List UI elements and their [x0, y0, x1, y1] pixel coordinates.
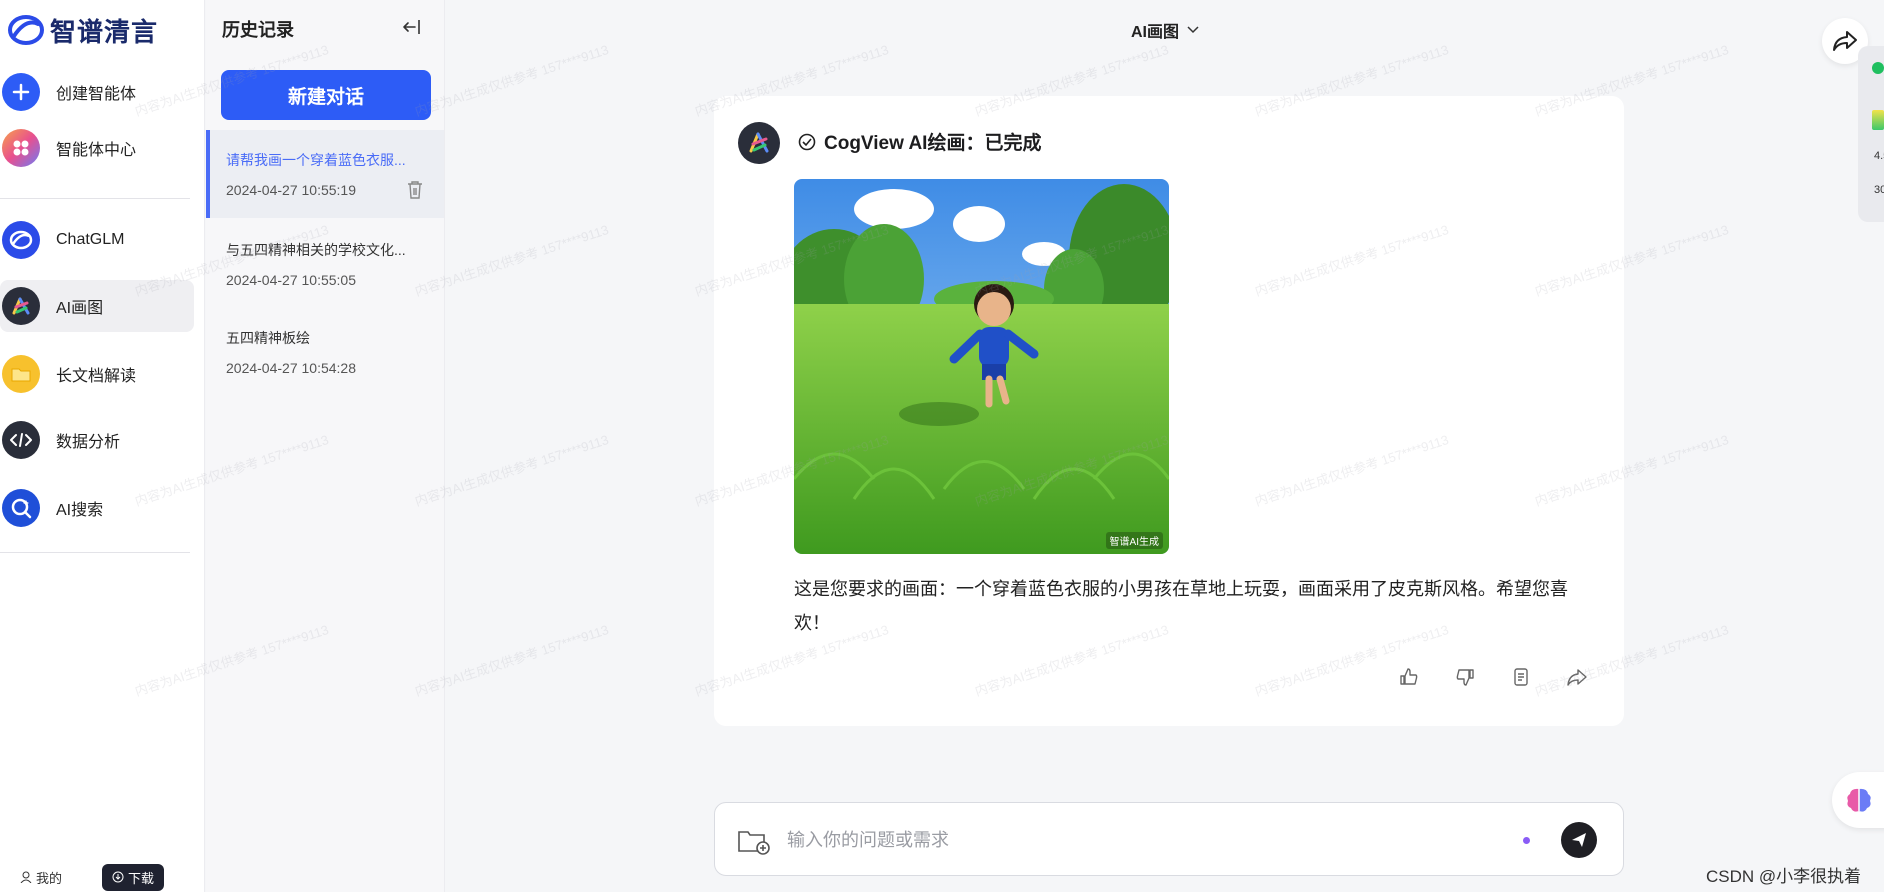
chat-input-box — [714, 802, 1624, 876]
nav-label: 长文档解读 — [56, 368, 137, 385]
new-chat-button[interactable]: 新建对话 — [221, 70, 431, 120]
nav-item-create-agent[interactable]: 创建智能体 — [0, 66, 194, 118]
collapse-icon — [403, 20, 420, 34]
history-item-title: 与五四精神相关的学校文化... — [226, 242, 406, 258]
send-icon — [1572, 833, 1586, 847]
assistant-brain-button[interactable] — [1832, 772, 1884, 828]
nav-bottom: 我的 下载 — [0, 862, 205, 892]
model-label: AI画图 — [1131, 24, 1180, 41]
status-dot — [1523, 837, 1530, 844]
generated-image[interactable]: 智谱AI生成 — [794, 179, 1169, 554]
attach-file-button[interactable] — [737, 827, 771, 855]
nav-label: 创建智能体 — [56, 86, 137, 103]
download-speed: 30.5 — [1874, 184, 1884, 196]
my-account-link[interactable]: 我的 — [20, 868, 62, 887]
nav-item-ai-draw[interactable]: AI画图 — [0, 280, 194, 332]
message-actions — [1398, 666, 1588, 688]
nav-label: ChatGLM — [56, 231, 125, 248]
nav-label: 智能体中心 — [56, 142, 137, 159]
card-status-text: CogView AI绘画：已完成 — [824, 133, 1042, 154]
chatglm-icon — [2, 221, 40, 259]
upload-speed: 4.5 — [1874, 150, 1884, 162]
download-label: 下载 — [128, 870, 155, 886]
send-button[interactable] — [1561, 822, 1597, 858]
history-panel: 历史记录 新建对话 请帮我画一个穿着蓝色衣服... 2024-04-27 10:… — [206, 0, 445, 892]
left-nav: 智谱清言 创建智能体 智能体中心 ChatGLM AI画图 长文档解读 数据分析… — [0, 0, 205, 892]
trash-icon[interactable] — [406, 180, 424, 200]
history-item[interactable]: 与五四精神相关的学校文化... 2024-04-27 10:55:05 — [206, 220, 444, 308]
reply-text: 这是您要求的画面：一个穿着蓝色衣服的小男孩在草地上玩耍，画面采用了皮克斯风格。希… — [794, 579, 1568, 633]
ai-draw-icon — [2, 287, 40, 325]
chevron-down-icon — [1187, 26, 1199, 34]
nav-divider — [0, 552, 190, 553]
search-icon — [2, 489, 40, 527]
check-circle-icon — [798, 133, 816, 150]
history-item-title: 五四精神板绘 — [226, 330, 310, 346]
nav-item-chatglm[interactable]: ChatGLM — [0, 214, 194, 266]
main-area: AI画图 4.5 30.5 CogView AI绘画：已完成 — [446, 0, 1884, 892]
share-message-button[interactable] — [1566, 666, 1588, 688]
nav-item-agent-center[interactable]: 智能体中心 — [0, 122, 194, 174]
copy-button[interactable] — [1510, 666, 1532, 688]
folder-icon — [2, 355, 40, 393]
download-button[interactable]: 下载 — [102, 863, 165, 891]
user-icon — [20, 871, 32, 883]
logo[interactable]: 智谱清言 — [8, 10, 158, 50]
history-item-date: 2024-04-27 10:55:05 — [226, 272, 356, 288]
copy-icon — [1514, 668, 1528, 686]
card-status: CogView AI绘画：已完成 — [798, 128, 1041, 155]
history-item-date: 2024-04-27 10:54:28 — [226, 360, 356, 376]
plus-icon — [2, 73, 40, 111]
csdn-watermark: CSDN @小李很执着 — [1706, 867, 1862, 886]
collapse-panel-button[interactable] — [398, 14, 424, 40]
network-speed-widget: 4.5 30.5 — [1858, 46, 1884, 222]
response-card: CogView AI绘画：已完成 智谱AI生成 这是您要求的画面：一个穿着蓝色衣… — [714, 96, 1624, 726]
brain-icon — [1847, 788, 1871, 812]
like-button[interactable] — [1398, 666, 1420, 688]
history-item[interactable]: 五四精神板绘 2024-04-27 10:54:28 — [206, 308, 444, 396]
nav-label: AI画图 — [56, 300, 104, 317]
logo-text: 智谱清言 — [50, 16, 159, 47]
top-bar: AI画图 — [446, 0, 1884, 64]
logo-icon — [8, 14, 44, 46]
share-icon — [1567, 669, 1587, 686]
image-watermark-tag: 智谱AI生成 — [1105, 532, 1163, 549]
nav-item-ai-search[interactable]: AI搜索 — [0, 482, 194, 534]
my-label: 我的 — [36, 870, 63, 886]
ai-draw-avatar — [738, 122, 780, 164]
status-bar — [1872, 110, 1884, 130]
dislike-button[interactable] — [1454, 666, 1476, 688]
nav-label: AI搜索 — [56, 502, 104, 519]
share-icon — [1833, 31, 1857, 51]
thumbs-up-icon — [1400, 668, 1418, 685]
code-icon — [2, 421, 40, 459]
thumbs-down-icon — [1456, 669, 1474, 686]
download-icon — [112, 871, 124, 883]
history-title: 历史记录 — [222, 20, 294, 40]
history-item-title: 请帮我画一个穿着蓝色衣服... — [226, 152, 406, 168]
nav-item-long-doc[interactable]: 长文档解读 — [0, 348, 194, 400]
folder-add-icon — [738, 831, 770, 855]
history-item[interactable]: 请帮我画一个穿着蓝色衣服... 2024-04-27 10:55:19 — [206, 130, 444, 218]
prompt-input[interactable] — [787, 827, 1487, 853]
model-selector[interactable]: AI画图 — [1131, 18, 1199, 42]
nav-item-data-analysis[interactable]: 数据分析 — [0, 414, 194, 466]
nav-divider — [0, 198, 190, 199]
nav-label: 数据分析 — [56, 434, 121, 451]
status-dot — [1872, 62, 1884, 74]
agents-icon — [2, 129, 40, 167]
